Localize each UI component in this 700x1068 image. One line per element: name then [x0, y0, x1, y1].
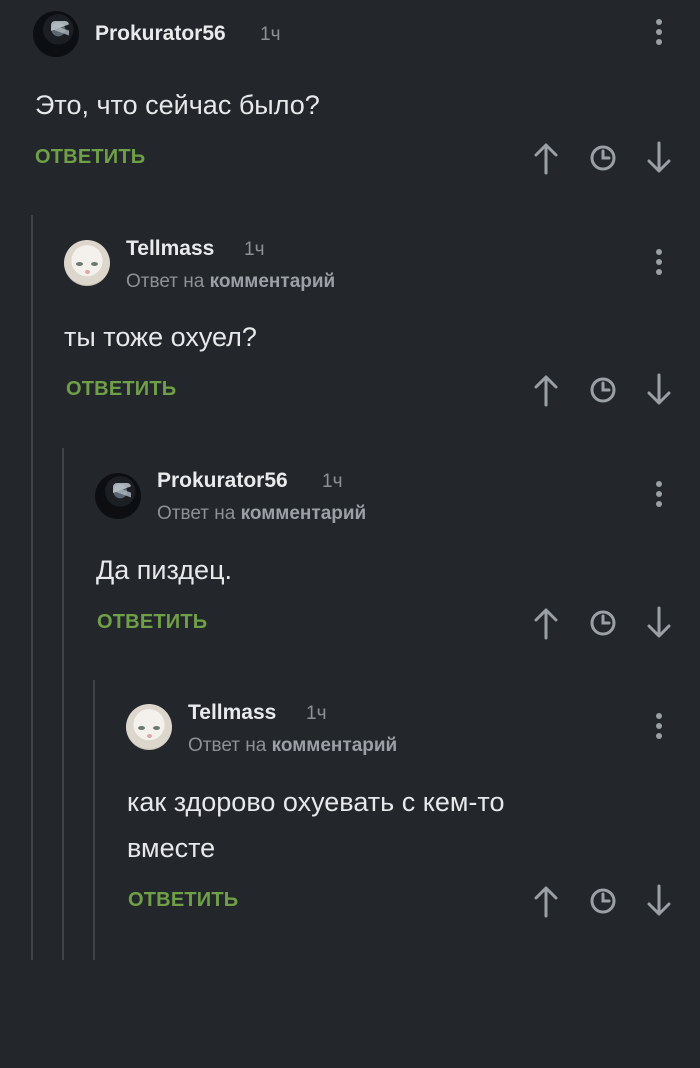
clock-icon[interactable]: [588, 140, 618, 176]
arrow-up-icon[interactable]: [531, 883, 561, 919]
reply-to-label[interactable]: Ответ на комментарий: [188, 735, 397, 757]
reply-prefix: Ответ на: [126, 271, 205, 292]
avatar[interactable]: [64, 240, 110, 286]
username[interactable]: Tellmass: [126, 237, 214, 261]
reply-button[interactable]: ОТВЕТИТЬ: [97, 611, 207, 634]
clock-icon[interactable]: [588, 372, 618, 408]
reply-target[interactable]: комментарий: [272, 735, 398, 756]
arrow-up-icon[interactable]: [531, 605, 561, 641]
more-vertical-icon[interactable]: [649, 249, 669, 279]
cat-eye: [76, 262, 83, 266]
comment-time: 1ч: [322, 471, 343, 492]
thread-line-level-1: [31, 215, 33, 960]
cat-eye: [138, 726, 145, 730]
thread-line-level-3: [93, 680, 95, 960]
reply-prefix: Ответ на: [188, 735, 267, 756]
arrow-down-icon[interactable]: [644, 140, 674, 176]
arrow-up-icon[interactable]: [531, 372, 561, 408]
reply-target[interactable]: комментарий: [210, 271, 336, 292]
avatar[interactable]: [33, 11, 79, 57]
reply-button[interactable]: ОТВЕТИТЬ: [66, 378, 176, 401]
comment-time: 1ч: [260, 24, 281, 45]
avatar[interactable]: [126, 704, 172, 750]
comment-text-line: как здорово охуевать с кем-то: [127, 787, 505, 817]
reply-button[interactable]: ОТВЕТИТЬ: [128, 889, 238, 912]
comment-text: ты тоже охуел?: [64, 322, 257, 352]
comment-text: Это, что сейчас было?: [35, 90, 320, 120]
more-vertical-icon[interactable]: [649, 481, 669, 511]
thread-line-level-2: [62, 448, 64, 960]
username[interactable]: Tellmass: [188, 701, 276, 725]
reply-target[interactable]: комментарий: [241, 503, 367, 524]
comment-time: 1ч: [244, 239, 265, 260]
cat-eye: [91, 262, 98, 266]
comment-text: Да пиздец.: [96, 555, 233, 585]
reply-to-label[interactable]: Ответ на комментарий: [157, 503, 366, 525]
clock-icon[interactable]: [588, 883, 618, 919]
username[interactable]: Prokurator56: [95, 22, 226, 46]
more-vertical-icon[interactable]: [649, 713, 669, 743]
cat-nose: [85, 270, 90, 274]
clock-icon[interactable]: [588, 605, 618, 641]
reply-prefix: Ответ на: [157, 503, 236, 524]
cat-nose: [147, 734, 152, 738]
reply-to-label[interactable]: Ответ на комментарий: [126, 271, 335, 293]
arrow-down-icon[interactable]: [644, 372, 674, 408]
cat-eye: [153, 726, 160, 730]
comment-time: 1ч: [306, 703, 327, 724]
reply-button[interactable]: ОТВЕТИТЬ: [35, 146, 145, 169]
username[interactable]: Prokurator56: [157, 469, 288, 493]
avatar[interactable]: [95, 473, 141, 519]
arrow-down-icon[interactable]: [644, 605, 674, 641]
comment-text-line: вместе: [127, 833, 216, 863]
arrow-down-icon[interactable]: [644, 883, 674, 919]
arrow-up-icon[interactable]: [531, 140, 561, 176]
more-vertical-icon[interactable]: [649, 19, 669, 49]
